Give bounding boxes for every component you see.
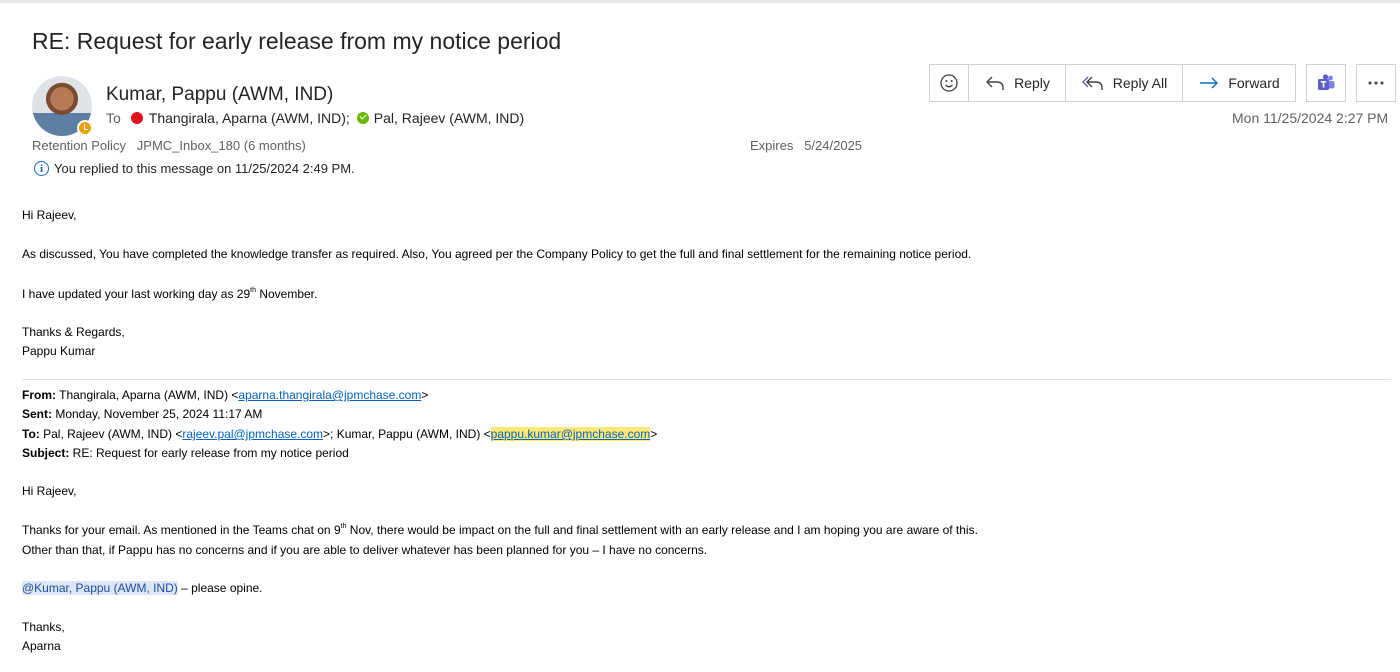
body-line-2-text: I have updated your last working day as … — [22, 287, 251, 301]
quoted-from-label: From: — [22, 388, 56, 402]
body-line-2-end: November. — [255, 287, 318, 301]
replied-notice: i You replied to this message on 11/25/2… — [34, 161, 355, 176]
expires-value: 5/24/2025 — [804, 138, 863, 153]
quoted-subject-label: Subject: — [22, 446, 70, 460]
recipient-rajeev[interactable]: Pal, Rajeev (AWM, IND) — [374, 110, 524, 126]
quoted-line-1: Thanks for your email. As mentioned in t… — [22, 522, 978, 538]
retention-policy: Retention Policy JPMC_Inbox_180 (6 month… — [32, 138, 306, 153]
expires: Expires 5/24/2025 — [750, 138, 862, 153]
presence-away-icon — [77, 120, 93, 136]
sender-name[interactable]: Kumar, Pappu (AWM, IND) — [106, 84, 333, 106]
quoted-to-close: > — [650, 427, 658, 441]
email-subject: RE: Request for early release from my no… — [32, 28, 562, 54]
reply-all-icon — [1081, 74, 1105, 92]
reply-button[interactable]: Reply — [968, 64, 1066, 102]
more-icon — [1367, 80, 1385, 86]
received-date: Mon 11/25/2024 2:27 PM — [1232, 110, 1389, 126]
info-icon: i — [34, 161, 49, 176]
reply-label: Reply — [1014, 75, 1050, 91]
quoted-mention-line: @Kumar, Pappu (AWM, IND) – please opine. — [22, 580, 263, 596]
quoted-to-name-1: Pal, Rajeev (AWM, IND) < — [39, 427, 183, 441]
message-toolbar: Reply Reply All Forward — [929, 64, 1396, 102]
quoted-signoff: Thanks, — [22, 620, 65, 634]
quoted-to: To: Pal, Rajeev (AWM, IND) <rajeev.pal@j… — [22, 426, 657, 442]
retention-label: Retention Policy — [32, 138, 126, 153]
quoted-sent-value: Monday, November 25, 2024 11:17 AM — [52, 407, 263, 421]
forward-button[interactable]: Forward — [1182, 64, 1296, 102]
top-divider — [0, 0, 1400, 3]
emoji-icon — [939, 73, 959, 93]
mention-after: – please opine. — [177, 581, 263, 595]
quoted-subject-value: RE: Request for early release from my no… — [69, 446, 349, 460]
emoji-reaction-button[interactable] — [929, 64, 969, 102]
recipients-row: To Thangirala, Aparna (AWM, IND); Pal, R… — [106, 110, 524, 126]
quoted-line-1-text: Thanks for your email. As mentioned in t… — [22, 523, 341, 537]
quoted-to-name-2: >; Kumar, Pappu (AWM, IND) < — [323, 427, 491, 441]
quoted-subject: Subject: RE: Request for early release f… — [22, 445, 349, 461]
presence-busy-icon — [130, 112, 143, 124]
quote-separator — [22, 379, 1391, 380]
teams-button[interactable] — [1306, 64, 1346, 102]
body-greeting: Hi Rajeev, — [22, 208, 77, 222]
quoted-sent-label: Sent: — [22, 407, 52, 421]
more-actions-button[interactable] — [1356, 64, 1396, 102]
retention-value: JPMC_Inbox_180 (6 months) — [136, 138, 306, 153]
quoted-from: From: Thangirala, Aparna (AWM, IND) <apa… — [22, 387, 428, 403]
body-signoff: Thanks & Regards, — [22, 325, 125, 339]
quoted-signature: Aparna — [22, 639, 61, 653]
to-label: To — [106, 110, 121, 126]
teams-icon — [1316, 73, 1336, 93]
quoted-from-email[interactable]: aparna.thangirala@jpmchase.com — [238, 388, 421, 402]
quoted-sent: Sent: Monday, November 25, 2024 11:17 AM — [22, 406, 262, 422]
quoted-to-email-2[interactable]: pappu.kumar@jpmchase.com — [490, 427, 651, 441]
body-line-1: As discussed, You have completed the kno… — [22, 247, 972, 261]
quoted-from-name: Thangirala, Aparna (AWM, IND) < — [56, 388, 239, 402]
quoted-to-label: To: — [22, 427, 40, 441]
quoted-from-close: > — [421, 388, 429, 402]
replied-notice-text: You replied to this message on 11/25/202… — [54, 161, 355, 176]
quoted-line-2: Other than that, if Pappu has no concern… — [22, 543, 708, 557]
quoted-to-email-1[interactable]: rajeev.pal@jpmchase.com — [182, 427, 323, 441]
body-signature: Pappu Kumar — [22, 344, 96, 358]
quoted-greeting: Hi Rajeev, — [22, 484, 77, 498]
forward-label: Forward — [1228, 75, 1280, 91]
reply-icon — [984, 74, 1006, 92]
mention-tag[interactable]: @Kumar, Pappu (AWM, IND) — [22, 581, 178, 595]
quoted-line-1-end: Nov, there would be impact on the full a… — [346, 523, 978, 537]
forward-icon — [1198, 74, 1220, 92]
expires-label: Expires — [750, 138, 794, 153]
reply-all-button[interactable]: Reply All — [1065, 64, 1183, 102]
recipient-aparna[interactable]: Thangirala, Aparna (AWM, IND); — [149, 110, 350, 126]
body-line-2: I have updated your last working day as … — [22, 286, 317, 302]
reply-all-label: Reply All — [1112, 75, 1168, 91]
presence-available-icon — [356, 112, 369, 124]
